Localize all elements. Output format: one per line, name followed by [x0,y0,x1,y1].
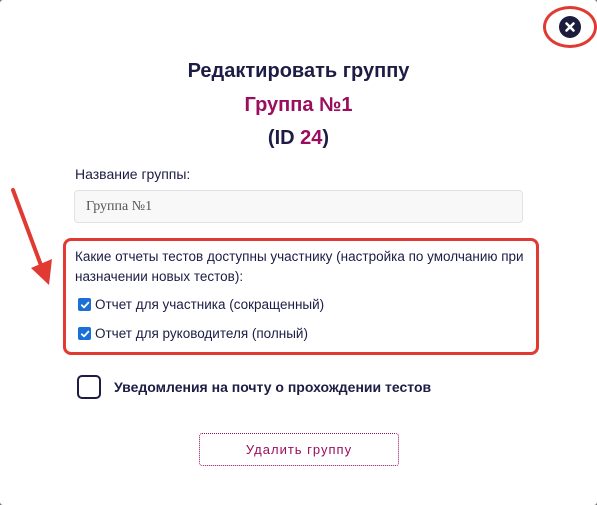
reports-title: Какие отчеты тестов доступны участнику (… [75,249,524,284]
group-name-label: Название группы: [75,166,191,182]
checkbox-checked[interactable] [78,327,91,340]
id-prefix: (ID [267,127,301,149]
email-notifications-toggle[interactable]: Уведомления на почту о прохождении тесто… [77,375,431,399]
edit-group-modal: Редактировать группу Группа №1 (ID 24) Н… [0,0,597,505]
id-suffix: ) [322,127,330,149]
group-name-input[interactable] [74,190,523,223]
notifications-checkbox[interactable] [77,375,101,399]
checkbox-checked[interactable] [78,298,91,311]
report-option-participant[interactable]: Отчет для участника (сокращенный) [78,297,324,312]
delete-group-button[interactable]: Удалить группу [199,433,399,466]
close-icon [565,22,575,32]
notifications-label: Уведомления на почту о прохождении тесто… [114,379,432,395]
group-id-value: 24 [300,127,323,149]
report-option-label: Отчет для участника (сокращенный) [95,297,325,312]
group-id-heading: (ID 24) [0,127,597,150]
annotation-arrow-icon [11,188,52,285]
checkmark-icon [80,301,89,308]
report-option-manager[interactable]: Отчет для руководителя (полный) [78,326,308,341]
group-name-heading: Группа №1 [244,94,353,116]
modal-title: Редактировать группу [187,60,410,82]
checkmark-icon [80,330,89,337]
report-option-label: Отчет для руководителя (полный) [95,326,308,341]
close-button[interactable] [559,16,581,38]
